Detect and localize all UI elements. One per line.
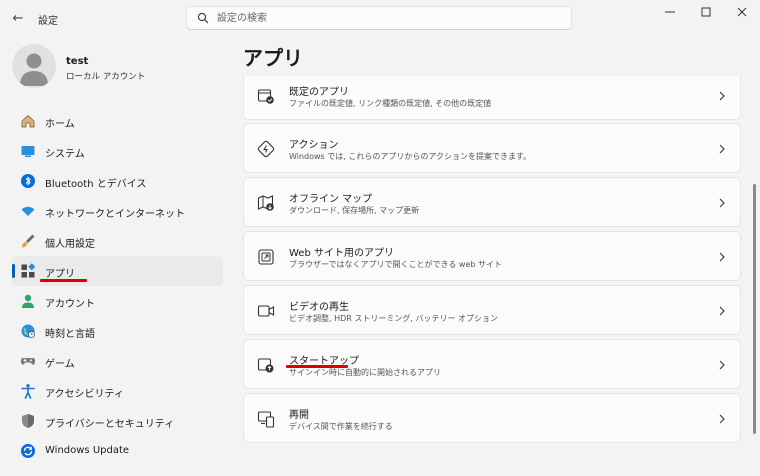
sidebar-item-label: Bluetooth とデバイス bbox=[45, 179, 147, 190]
sidebar-nav: ホーム システム Bluetooth とデバイス ネットワークとインターネット … bbox=[12, 106, 223, 466]
card-description: デバイス間で作業を続行する bbox=[289, 422, 393, 431]
sidebar-item-gaming[interactable]: ゲーム bbox=[12, 346, 223, 376]
account-type: ローカル アカウント bbox=[66, 72, 146, 82]
video-icon bbox=[257, 305, 275, 317]
sidebar-item-bluetooth[interactable]: Bluetooth とデバイス bbox=[12, 166, 223, 196]
card-apps-for-websites[interactable]: Web サイト用のアプリ ブラウザーではなくアプリで開くことができる web サ… bbox=[243, 231, 741, 281]
sidebar-item-label: 時刻と言語 bbox=[45, 329, 95, 340]
gamepad-icon bbox=[20, 358, 36, 365]
sidebar-item-time-language[interactable]: 時刻と言語 bbox=[12, 316, 223, 346]
user-avatar-icon bbox=[20, 53, 48, 86]
account-icon bbox=[22, 294, 34, 308]
card-actions[interactable]: アクション Windows では, これらのアプリからのアクションを提案できます… bbox=[243, 123, 741, 173]
card-title: オフライン マップ bbox=[289, 194, 373, 205]
card-startup[interactable]: スタートアップ サインイン時に自動的に開始されるアプリ bbox=[243, 339, 741, 389]
sidebar-item-label: ホーム bbox=[45, 119, 75, 130]
sidebar-item-personalization[interactable]: 個人用設定 bbox=[12, 226, 223, 256]
sidebar-item-system[interactable]: システム bbox=[12, 136, 223, 166]
globe-clock-icon bbox=[21, 324, 35, 338]
back-button[interactable]: ← bbox=[8, 8, 28, 28]
chevron-right-icon bbox=[719, 360, 725, 370]
app-title: 設定 bbox=[38, 16, 58, 27]
chevron-right-icon bbox=[719, 91, 725, 101]
chevron-right-icon bbox=[719, 144, 725, 154]
card-title: Web サイト用のアプリ bbox=[289, 248, 394, 259]
actions-icon bbox=[257, 140, 275, 158]
sidebar-item-label: アクセシビリティ bbox=[45, 389, 124, 400]
sidebar-item-label: Windows Update bbox=[45, 445, 130, 456]
chevron-right-icon bbox=[719, 198, 725, 208]
chevron-right-icon bbox=[719, 252, 725, 262]
sidebar-item-label: ゲーム bbox=[45, 359, 75, 370]
web-apps-icon bbox=[258, 249, 274, 265]
sidebar-item-label: アカウント bbox=[45, 299, 95, 310]
card-title: アクション bbox=[289, 140, 339, 151]
sidebar-item-label: アプリ bbox=[45, 269, 75, 280]
card-description: サインイン時に自動的に開始されるアプリ bbox=[289, 368, 441, 377]
resume-icon bbox=[257, 411, 275, 428]
card-offline-maps[interactable]: オフライン マップ ダウンロード, 保存場所, マップ更新 bbox=[243, 177, 741, 227]
startup-icon bbox=[257, 358, 274, 373]
close-icon bbox=[737, 7, 747, 17]
avatar bbox=[12, 44, 56, 88]
card-title: 再開 bbox=[289, 410, 309, 421]
card-description: ブラウザーではなくアプリで開くことができる web サイト bbox=[289, 260, 502, 269]
brush-icon bbox=[21, 234, 35, 248]
card-resume[interactable]: 再開 デバイス間で作業を続行する bbox=[243, 393, 741, 443]
accessibility-icon bbox=[21, 384, 35, 399]
close-button[interactable] bbox=[724, 0, 760, 24]
minimize-button[interactable] bbox=[652, 0, 688, 24]
card-video-playback[interactable]: ビデオの再生 ビデオ調整, HDR ストリーミング, バッテリー オプション bbox=[243, 285, 741, 335]
page-title: アプリ bbox=[243, 46, 303, 70]
system-icon bbox=[21, 146, 35, 157]
sidebar-item-accessibility[interactable]: アクセシビリティ bbox=[12, 376, 223, 406]
selection-indicator bbox=[12, 264, 15, 278]
card-default-apps[interactable]: 既定のアプリ ファイルの既定値, リンク種類の既定値, その他の既定値 bbox=[243, 76, 741, 120]
user-name: test bbox=[66, 56, 89, 67]
sidebar-item-accounts[interactable]: アカウント bbox=[12, 286, 223, 316]
apps-icon bbox=[21, 263, 36, 278]
bluetooth-icon bbox=[21, 174, 35, 188]
title-bar: ← 設定 bbox=[0, 0, 760, 36]
card-description: ビデオ調整, HDR ストリーミング, バッテリー オプション bbox=[289, 314, 498, 323]
search-icon bbox=[197, 12, 209, 24]
card-description: Windows では, これらのアプリからのアクションを提案できます。 bbox=[289, 152, 532, 161]
maximize-icon bbox=[701, 7, 711, 17]
sidebar-item-home[interactable]: ホーム bbox=[12, 106, 223, 136]
sidebar-item-label: ネットワークとインターネット bbox=[45, 209, 185, 220]
sidebar-item-privacy[interactable]: プライバシーとセキュリティ bbox=[12, 406, 223, 436]
card-description: ダウンロード, 保存場所, マップ更新 bbox=[289, 206, 420, 215]
sidebar-item-network[interactable]: ネットワークとインターネット bbox=[12, 196, 223, 226]
shield-icon bbox=[22, 414, 34, 428]
highlight-underline bbox=[40, 279, 87, 282]
minimize-icon bbox=[665, 11, 675, 13]
home-icon bbox=[21, 114, 35, 128]
default-apps-icon bbox=[257, 89, 274, 104]
user-profile[interactable]: test ローカル アカウント bbox=[12, 44, 212, 90]
sidebar-item-label: システム bbox=[45, 149, 85, 160]
maximize-button[interactable] bbox=[688, 0, 724, 24]
card-title: 既定のアプリ bbox=[289, 87, 349, 98]
highlight-underline bbox=[286, 365, 348, 368]
sidebar-item-label: 個人用設定 bbox=[45, 239, 95, 250]
chevron-right-icon bbox=[719, 414, 725, 424]
offline-map-icon bbox=[257, 195, 274, 211]
settings-list: 既定のアプリ ファイルの既定値, リンク種類の既定値, その他の既定値 アクショ… bbox=[243, 76, 741, 476]
update-icon bbox=[21, 444, 35, 458]
sidebar-item-windows-update[interactable]: Windows Update bbox=[12, 436, 223, 466]
search-box[interactable] bbox=[186, 6, 572, 30]
sidebar-item-label: プライバシーとセキュリティ bbox=[45, 419, 175, 430]
wifi-icon bbox=[21, 206, 35, 216]
chevron-right-icon bbox=[719, 306, 725, 316]
card-title: ビデオの再生 bbox=[289, 302, 349, 313]
scrollbar-thumb[interactable] bbox=[753, 184, 756, 434]
search-input[interactable] bbox=[217, 10, 557, 26]
card-description: ファイルの既定値, リンク種類の既定値, その他の既定値 bbox=[289, 99, 492, 108]
back-arrow-icon: ← bbox=[12, 10, 24, 26]
